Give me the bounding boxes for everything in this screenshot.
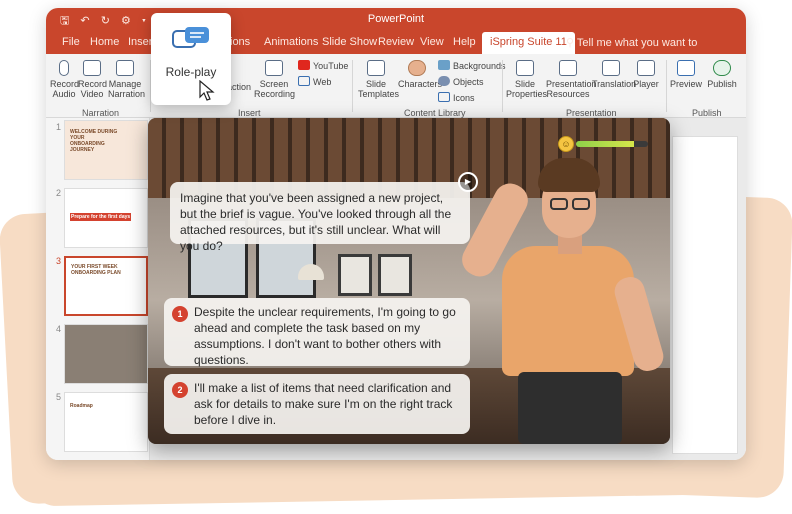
tell-me-search[interactable]: ⚲ Tell me what you want to (566, 36, 697, 49)
tab-help[interactable]: Help (453, 36, 476, 48)
preview-button[interactable]: Preview (670, 60, 702, 89)
group-label-presentation: Presentation (566, 108, 617, 118)
resources-icon (559, 60, 577, 76)
glasses-icon (572, 198, 590, 210)
option-number: 2 (172, 382, 188, 398)
youtube-icon (298, 60, 310, 70)
publish-button[interactable]: Publish (706, 60, 738, 89)
youtube-button[interactable]: YouTube (298, 60, 348, 71)
player-icon (637, 60, 655, 76)
group-separator (502, 60, 503, 112)
group-label-publish: Publish (692, 108, 722, 118)
group-separator (666, 60, 667, 112)
lightbulb-icon: ⚲ (566, 37, 577, 49)
slide-thumbnail-panel: 1 WELCOME DURING YOUR ONBOARDING JOURNEY… (46, 118, 150, 460)
option-number: 1 (172, 306, 188, 322)
tab-transitions[interactable]: ions (230, 36, 250, 48)
objects-button[interactable]: Objects (438, 76, 484, 87)
player-button[interactable]: Player (632, 60, 660, 89)
thumbnail-number: 1 (56, 122, 62, 132)
group-label-narration: Narration (82, 108, 120, 118)
tab-view[interactable]: View (420, 36, 444, 48)
glasses-icon (550, 198, 568, 210)
screen-recording-button[interactable]: Screen Recording (254, 60, 295, 99)
tab-home[interactable]: Home (90, 36, 119, 48)
slide-thumbnail[interactable]: Roadmap (64, 392, 148, 452)
slide-thumbnail-current[interactable]: YOUR FIRST WEEK ONBOARDING PLAN (64, 256, 148, 316)
thumbnail-number: 2 (56, 188, 62, 198)
group-label-insert: Insert (238, 108, 261, 118)
answer-option[interactable]: 2 I'll make a list of items that need cl… (164, 374, 470, 434)
stage: 🖫 ↶ ↻ ⚙ ▾ PowerPoint File Home Insert io… (0, 0, 792, 514)
slide-thumbnail[interactable] (64, 324, 148, 384)
slide-thumbnail[interactable]: Prepare for the first days (64, 188, 148, 248)
mood-meter: ☺ (558, 136, 648, 152)
slide-canvas[interactable] (672, 136, 738, 454)
record-video-button[interactable]: Record Video (78, 60, 107, 99)
link-icon (298, 76, 310, 86)
slide-properties-icon (516, 60, 534, 76)
translation-icon (602, 60, 620, 76)
wall-art (378, 254, 412, 296)
thumbnail-number: 3 (56, 256, 62, 266)
play-icon[interactable]: ▶ (458, 172, 478, 192)
option-text: I'll make a list of items that need clar… (194, 381, 453, 427)
screen-recording-icon (265, 60, 283, 76)
slide-template-icon (367, 60, 385, 76)
mood-meter-fill (576, 141, 634, 147)
character-hair (538, 158, 600, 192)
globe-icon (713, 60, 731, 76)
microphone-icon (59, 60, 69, 76)
record-audio-button[interactable]: Record Audio (50, 60, 79, 99)
question-bubble: Imagine that you've been assigned a new … (170, 182, 470, 253)
group-label-content-library: Content Library (404, 108, 466, 118)
speech-bubbles-icon (172, 27, 209, 48)
role-play-label: Role-play (165, 65, 217, 79)
answer-option[interactable]: 1 Despite the unclear requirements, I'm … (164, 298, 470, 367)
backgrounds-button[interactable]: Backgrounds (438, 60, 506, 71)
slide-thumbnail[interactable]: WELCOME DURING YOUR ONBOARDING JOURNEY (64, 120, 148, 180)
slide-templates-button[interactable]: Slide Templates (358, 60, 399, 99)
translation-button[interactable]: Translation (592, 60, 636, 89)
thumbnail-number: 5 (56, 392, 62, 402)
web-button[interactable]: Web (298, 76, 331, 87)
character (456, 158, 668, 444)
slide-properties-button[interactable]: Slide Properties (506, 60, 547, 99)
characters-button[interactable]: Characters (398, 60, 442, 89)
character-icon (408, 60, 426, 76)
thumbnail-number: 4 (56, 324, 62, 334)
icons-button[interactable]: Icons (438, 92, 475, 103)
tab-file[interactable]: File (62, 36, 80, 48)
character-pants (518, 372, 622, 444)
character-shirt (502, 246, 634, 376)
background-image-icon (438, 60, 450, 70)
presentation-resources-button[interactable]: Presentation Resources (546, 60, 597, 99)
group-separator (352, 60, 353, 112)
mood-meter-track (576, 141, 648, 147)
narration-timeline-icon (116, 60, 134, 76)
objects-icon (438, 76, 450, 86)
wall-art (338, 254, 372, 296)
manage-narration-button[interactable]: Manage Narration (108, 60, 145, 99)
tab-slide-show[interactable]: Slide Show (322, 36, 377, 48)
icons-icon (438, 92, 450, 102)
role-play-slide: ☺ Imagine that you've been assigned a ne… (148, 118, 670, 444)
smiley-face-icon: ☺ (558, 136, 574, 152)
tab-ispring-suite[interactable]: iSpring Suite 11 (482, 32, 575, 54)
preview-play-icon (677, 60, 695, 76)
role-play-button[interactable]: Role-play (151, 13, 231, 105)
option-text: Despite the unclear requirements, I'm go… (194, 305, 456, 367)
video-camera-icon (83, 60, 101, 76)
mouse-pointer-icon (199, 80, 215, 101)
tab-animations[interactable]: Animations (264, 36, 318, 48)
tab-review[interactable]: Review (378, 36, 414, 48)
